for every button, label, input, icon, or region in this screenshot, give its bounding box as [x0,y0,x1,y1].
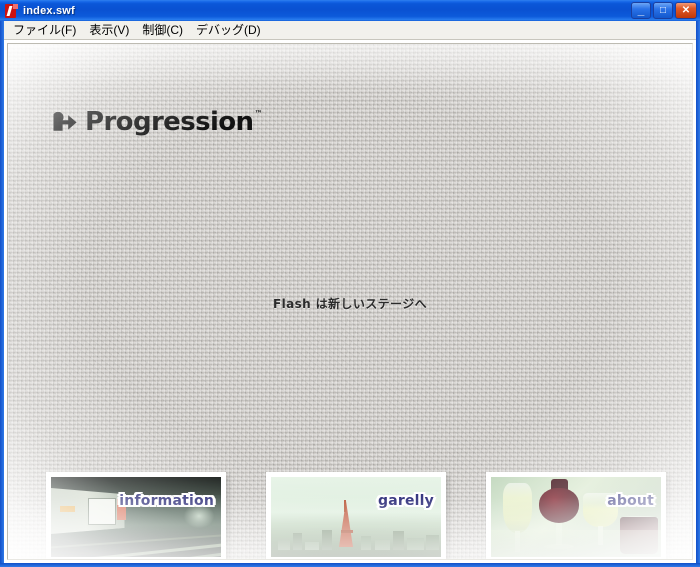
card-label-garelly: garelly [378,493,434,509]
menu-file[interactable]: ファイル(F) [9,22,85,38]
menu-bar: ファイル(F) 表示(V) 制御(C) デバッグ(D) [4,21,696,40]
tokyo-tower-skyline-photo: garelly [271,477,441,557]
card-about[interactable]: about [486,472,666,559]
menu-debug[interactable]: デバッグ(D) [192,22,270,38]
title-bar: index.swf _ □ ✕ [0,0,700,21]
close-icon: ✕ [681,4,691,16]
window-frame-right [696,21,700,567]
menu-control[interactable]: 制御(C) [138,22,192,38]
window-frame-left [0,21,4,567]
wine-glasses-photo: about [491,477,661,557]
flash-player-window: index.swf _ □ ✕ ファイル(F) 表示(V) 制御(C) デバッグ… [0,0,700,567]
card-garelly[interactable]: garelly [266,472,446,559]
client-area: Progression ™ Flash は新しいステージへ informatio… [4,40,696,563]
card-row: information garelly about [8,472,692,559]
progression-logo: Progression ™ [52,106,262,138]
subway-platform-photo: information [51,477,221,557]
stage-border: Progression ™ Flash は新しいステージへ informatio… [7,43,693,560]
minimize-button[interactable]: _ [631,2,651,19]
menu-view[interactable]: 表示(V) [85,22,138,38]
minimize-icon: _ [637,3,645,17]
card-label-information: information [119,493,214,509]
maximize-icon: □ [659,4,667,16]
flash-stage: Progression ™ Flash は新しいステージへ informatio… [8,44,692,559]
card-label-about: about [607,493,654,509]
trademark-symbol: ™ [254,109,263,118]
progression-arrow-mark-icon [52,111,78,133]
progression-wordmark: Progression [85,107,254,137]
flash-document-icon [3,3,19,19]
window-frame-bottom [0,563,700,567]
maximize-button[interactable]: □ [653,2,673,19]
window-controls: _ □ ✕ [631,2,697,19]
card-information[interactable]: information [46,472,226,559]
window-title: index.swf [23,4,75,17]
stage-message: Flash は新しいステージへ [272,297,428,311]
close-button[interactable]: ✕ [675,2,697,19]
